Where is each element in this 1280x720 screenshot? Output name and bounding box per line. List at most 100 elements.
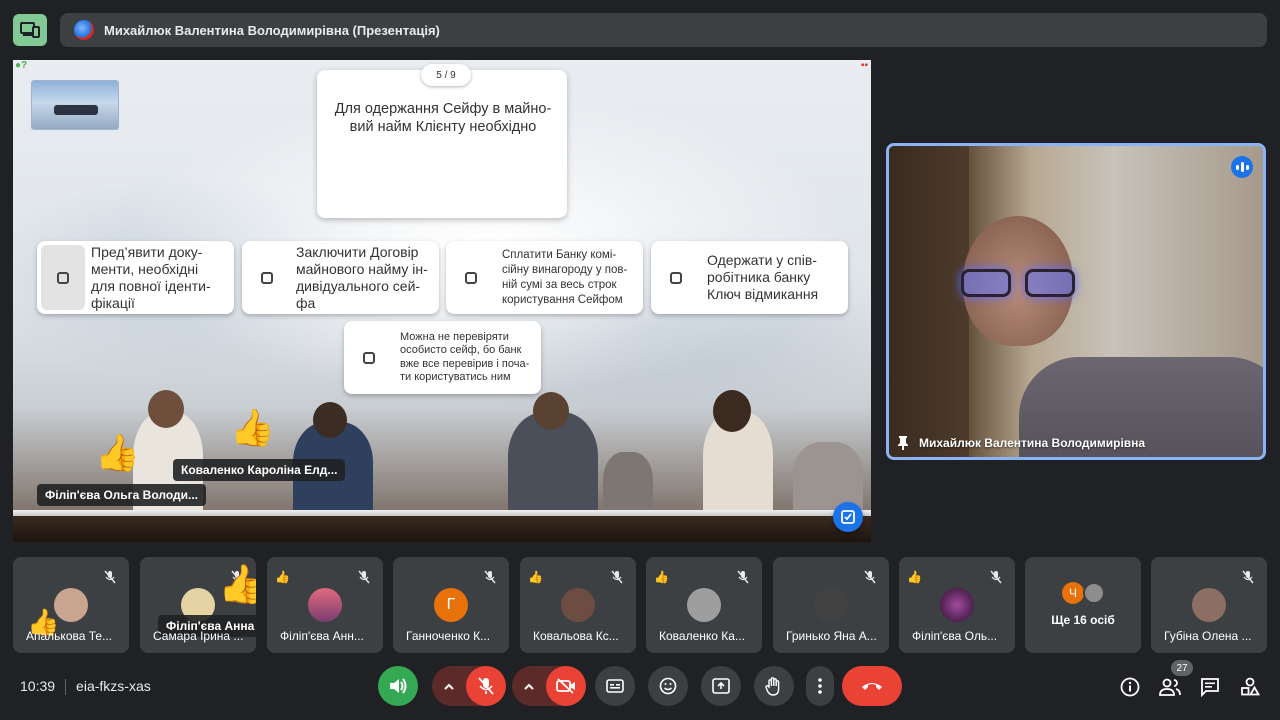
more-participants-label: Ще 16 осіб [1051,613,1115,627]
clock: 10:39 [20,678,56,694]
participant-tile[interactable]: 👍 Апалькова Те... [13,557,129,653]
people-count-badge: 27 [1171,660,1193,676]
mic-off-icon [864,570,876,584]
chat-button[interactable] [1199,676,1221,698]
participant-name: Гринько Яна А... [786,629,877,643]
participant-name: Коваленко Ка... [659,629,745,643]
meeting-details-button[interactable] [1119,676,1141,698]
mic-off-icon [484,570,496,584]
people-button[interactable] [1159,676,1181,698]
mic-off-icon [104,570,116,584]
answer-option-1[interactable]: Пред’явити доку-менти, необхідні для пов… [37,241,234,314]
answer-option-2[interactable]: Заключити Договір майнового найму ін-див… [242,241,439,314]
captions-button[interactable] [595,666,635,706]
checklist-icon [841,510,855,524]
quiz-icon: ●? [15,60,28,71]
present-now-button[interactable] [701,666,741,706]
camera-toggle-button[interactable] [546,666,586,706]
participant-name: Самара Ірина ... [153,629,244,643]
checkbox-4[interactable] [651,241,701,314]
mic-off-icon [1242,570,1254,584]
participant-tile[interactable]: Гринько Яна А... [773,557,889,653]
shapes-icon [1241,677,1260,696]
participant-name: Ковальова Кс... [533,629,619,643]
question-text: Для одержання Сейфу в майно-вий найм Клі… [334,101,552,135]
participant-tile[interactable]: 👍 Ковальова Кс... [520,557,636,653]
info-icon [1120,677,1140,697]
participant-avatar [940,588,974,622]
reaction-name-tag: Коваленко Кароліна Елд... [173,459,346,481]
checkbox-2[interactable] [242,241,292,314]
participant-avatar-initial: Ч [1062,582,1084,604]
raise-hand-button[interactable] [754,666,794,706]
quiz-check-button[interactable] [833,502,863,532]
mic-options-button[interactable] [432,682,466,690]
participant-avatar [561,588,595,622]
participant-avatar [308,588,342,622]
raised-reaction-icon: 👍 [907,570,922,584]
reactions-button[interactable] [648,666,688,706]
activities-button[interactable] [1239,676,1261,698]
audio-activity-icon [1231,156,1253,178]
checkbox-1[interactable] [41,245,85,310]
participant-tile[interactable]: 👍 Коваленко Ка... [646,557,762,653]
participant-avatar [1192,588,1226,622]
participant-tile[interactable]: Г Ганноченко К... [393,557,509,653]
participant-name: Апалькова Те... [26,629,113,643]
participant-name: Філіп'єва Оль... [912,629,998,643]
mic-toggle-button[interactable] [466,666,506,706]
presentation-icon[interactable] [13,14,47,46]
close-small-icon: ▪▪ [860,60,868,71]
camera-off-icon [556,678,575,694]
presenter-avatar [74,20,94,40]
thumbs-up-reaction-icon: 👍 [218,564,256,606]
thumbs-up-reaction-icon: 👍 [230,407,275,448]
slide-thumbnail-image [32,81,118,129]
present-screen-icon [712,678,730,694]
answer-option-3[interactable]: Сплатити Банку комі-сійну винагороду у п… [446,241,643,314]
presentation-title-bar: Михайлюк Валентина Володимирівна (Презен… [60,13,1267,47]
hand-icon [765,677,780,696]
mic-off-icon [478,677,494,695]
meeting-illustration [13,372,871,542]
checkbox-3[interactable] [446,241,496,314]
sound-button[interactable] [378,666,418,706]
mic-off-icon [358,570,370,584]
participant-tile[interactable]: 👍 Філіп'єва Анна Володим... Самара Ірина… [140,557,256,653]
more-vert-icon [818,678,822,694]
more-participants-tile[interactable]: Ч Ще 16 осіб [1025,557,1141,653]
answer-option-3-label: Сплатити Банку комі-сійну винагороду у п… [502,248,628,306]
thumbs-up-reaction-icon: 👍 [95,432,140,473]
end-call-icon [862,683,882,690]
meeting-info: 10:39 eia-fkzs-xas [20,678,151,695]
chevron-up-icon [524,683,534,690]
chat-icon [1201,678,1219,697]
speaker-name-label: Михайлюк Валентина Володимирівна [897,435,1145,451]
people-icon [1159,678,1181,696]
participant-tile[interactable]: 👍 Філіп'єва Анн... [267,557,383,653]
more-options-button[interactable] [806,666,834,706]
speaker-name: Михайлюк Валентина Володимирівна [919,436,1146,450]
mic-off-icon [737,570,749,584]
participant-tile[interactable]: 👍 Філіп'єва Оль... [899,557,1015,653]
participant-tile[interactable]: Губіна Олена ... [1151,557,1267,653]
speaker-video-tile[interactable]: Михайлюк Валентина Володимирівна [886,143,1266,460]
speaker-glasses [961,269,1079,299]
participant-avatar [687,588,721,622]
raised-reaction-icon: 👍 [528,570,543,584]
presentation-title: Михайлюк Валентина Володимирівна (Презен… [104,22,440,38]
meeting-code: eia-fkzs-xas [76,678,151,694]
pin-icon[interactable] [897,435,909,451]
leave-call-button[interactable] [842,666,902,706]
mic-off-icon [611,570,623,584]
question-card: 5 / 9 Для одержання Сейфу в майно-вий на… [317,64,567,218]
participant-name: Губіна Олена ... [1164,629,1252,643]
camera-options-button[interactable] [512,682,546,690]
mic-off-icon [990,570,1002,584]
answer-option-4[interactable]: Одержати у спів-робітника банку Ключ від… [651,241,848,314]
raised-reaction-icon: 👍 [654,570,669,584]
raised-reaction-icon: 👍 [275,570,290,584]
question-counter: 5 / 9 [421,64,471,86]
shared-slide: ●? ▪▪ 5 / 9 Для одержання Сейфу в майно-… [13,60,871,542]
participant-name: Філіп'єва Анн... [280,629,364,643]
